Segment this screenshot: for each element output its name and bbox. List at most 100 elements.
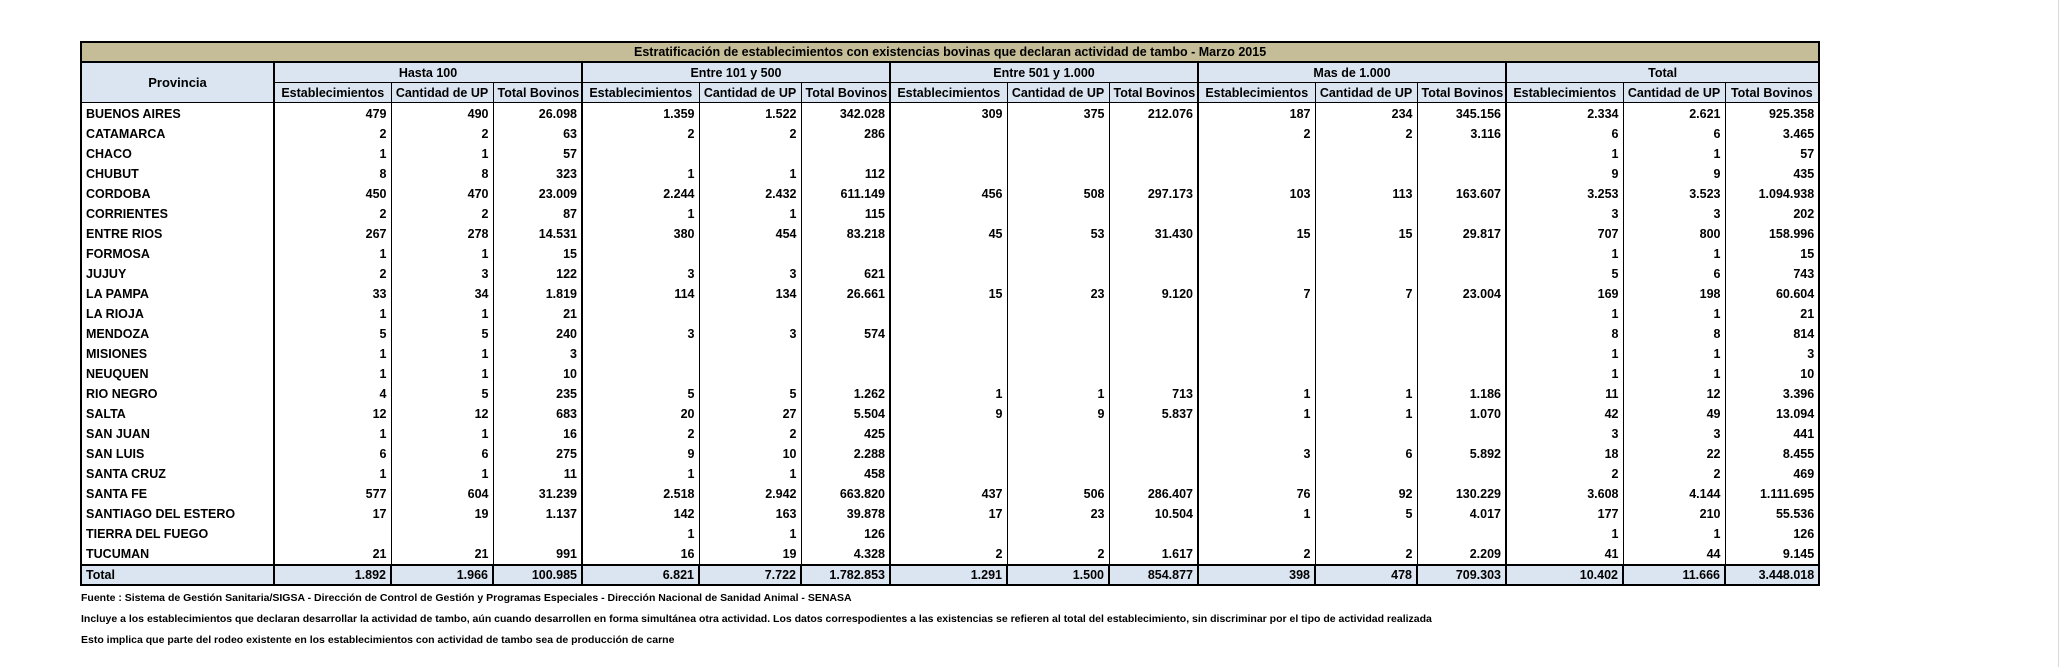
value-cell: 3 bbox=[1505, 424, 1624, 444]
province-cell: CHACO bbox=[80, 144, 275, 164]
value-cell: 83.218 bbox=[800, 224, 891, 244]
value-cell bbox=[698, 144, 802, 164]
value-cell bbox=[1006, 204, 1110, 224]
province-cell: SAN LUIS bbox=[80, 444, 275, 464]
value-cell: 5 bbox=[273, 324, 392, 344]
province-cell: SANTA FE bbox=[80, 484, 275, 504]
value-cell bbox=[492, 524, 583, 544]
value-cell bbox=[1197, 204, 1316, 224]
value-cell bbox=[1314, 324, 1418, 344]
value-cell: 743 bbox=[1724, 264, 1821, 284]
value-cell: 683 bbox=[492, 404, 583, 424]
value-cell: 1 bbox=[581, 524, 700, 544]
value-cell: 14.531 bbox=[492, 224, 583, 244]
value-cell: 375 bbox=[1006, 102, 1110, 124]
value-cell: 26.098 bbox=[492, 102, 583, 124]
value-cell bbox=[1197, 244, 1316, 264]
value-cell: 42 bbox=[1505, 404, 1624, 424]
value-cell: 1 bbox=[581, 164, 700, 184]
value-cell: 470 bbox=[390, 184, 494, 204]
value-cell bbox=[1108, 204, 1199, 224]
value-cell: 1 bbox=[1505, 364, 1624, 384]
table-row: LA RIOJA 1 1 21 1 1 21 bbox=[80, 304, 1821, 324]
province-cell: SANTA CRUZ bbox=[80, 464, 275, 484]
column-header: Establecimientos bbox=[273, 82, 392, 103]
value-cell: 1 bbox=[1505, 144, 1624, 164]
value-cell: 163 bbox=[698, 504, 802, 524]
value-cell bbox=[1416, 144, 1507, 164]
value-cell: 100.985 bbox=[492, 564, 583, 586]
value-cell: 604 bbox=[390, 484, 494, 504]
value-cell bbox=[1108, 524, 1199, 544]
value-cell: 15 bbox=[1724, 244, 1821, 264]
province-cell: TUCUMAN bbox=[80, 544, 275, 565]
column-header: Cantidad de UP bbox=[698, 82, 802, 103]
value-cell: 4 bbox=[273, 384, 392, 404]
value-cell: 23.004 bbox=[1416, 284, 1507, 304]
value-cell bbox=[1197, 324, 1316, 344]
footnote-source: Fuente : Sistema de Gestión Sanitaria/SI… bbox=[81, 592, 852, 604]
value-cell bbox=[889, 204, 1008, 224]
value-cell bbox=[1416, 464, 1507, 484]
table-row: BUENOS AIRES 479 490 26.098 1.359 1.522 342.02… bbox=[80, 102, 1821, 124]
value-cell: 1 bbox=[390, 424, 494, 444]
value-cell: 63 bbox=[492, 124, 583, 144]
value-cell bbox=[1006, 324, 1110, 344]
value-cell: 114 bbox=[581, 284, 700, 304]
value-cell: 1 bbox=[273, 144, 392, 164]
footnote-scope: Incluye a los establecimientos que decla… bbox=[81, 613, 1432, 625]
value-cell: 2.432 bbox=[698, 184, 802, 204]
value-cell: 1.137 bbox=[492, 504, 583, 524]
value-cell bbox=[1108, 464, 1199, 484]
value-cell: 18 bbox=[1505, 444, 1624, 464]
value-cell: 574 bbox=[800, 324, 891, 344]
value-cell: 8.455 bbox=[1724, 444, 1821, 464]
value-cell: 34 bbox=[390, 284, 494, 304]
value-cell: 45 bbox=[889, 224, 1008, 244]
value-cell: 15 bbox=[492, 244, 583, 264]
value-cell bbox=[800, 304, 891, 324]
value-cell: 6 bbox=[1622, 124, 1726, 144]
value-cell bbox=[1314, 204, 1418, 224]
value-cell: 2.518 bbox=[581, 484, 700, 504]
value-cell: 1.111.695 bbox=[1724, 484, 1821, 504]
value-cell bbox=[1006, 264, 1110, 284]
group-header: Entre 101 y 500 bbox=[581, 61, 891, 83]
value-cell bbox=[1006, 464, 1110, 484]
value-cell: 2 bbox=[273, 264, 392, 284]
spreadsheet-sheet: Estratificación de establecimientos con … bbox=[0, 0, 2059, 667]
table-row: CATAMARCA 2 2 63 2 2 286 2 2 3.116 6 6 3.465 bbox=[80, 124, 1821, 144]
value-cell bbox=[1314, 244, 1418, 264]
value-cell: 1 bbox=[889, 384, 1008, 404]
value-cell: 7.722 bbox=[698, 564, 802, 586]
value-cell bbox=[1108, 164, 1199, 184]
value-cell: 9.145 bbox=[1724, 544, 1821, 565]
value-cell: 19 bbox=[698, 544, 802, 565]
value-cell bbox=[1006, 144, 1110, 164]
table-row: CORDOBA 450 470 23.009 2.244 2.432 611.149 456 5… bbox=[80, 184, 1821, 204]
value-cell bbox=[889, 244, 1008, 264]
table-row: MENDOZA 5 5 240 3 3 574 8 8 814 bbox=[80, 324, 1821, 344]
value-cell: 275 bbox=[492, 444, 583, 464]
value-cell bbox=[1108, 364, 1199, 384]
value-cell bbox=[1314, 264, 1418, 284]
value-cell: 9 bbox=[581, 444, 700, 464]
table-row: TIERRA DEL FUEGO 1 1 126 1 1 126 bbox=[80, 524, 1821, 544]
value-cell: 1.966 bbox=[390, 564, 494, 586]
value-cell: 1 bbox=[698, 464, 802, 484]
value-cell: 1 bbox=[1314, 384, 1418, 404]
value-cell: 6 bbox=[1314, 444, 1418, 464]
value-cell: 4.144 bbox=[1622, 484, 1726, 504]
value-cell bbox=[889, 304, 1008, 324]
value-cell: 1 bbox=[581, 204, 700, 224]
value-cell: 1 bbox=[390, 364, 494, 384]
value-cell: 3.608 bbox=[1505, 484, 1624, 504]
value-cell bbox=[1197, 524, 1316, 544]
value-cell: 1.291 bbox=[889, 564, 1008, 586]
footnotes: Fuente : Sistema de Gestión Sanitaria/SI… bbox=[81, 590, 1432, 653]
value-cell: 1 bbox=[1505, 304, 1624, 324]
value-cell: 713 bbox=[1108, 384, 1199, 404]
value-cell: 11 bbox=[1505, 384, 1624, 404]
province-cell: JUJUY bbox=[80, 264, 275, 284]
group-header: Entre 501 y 1.000 bbox=[889, 61, 1199, 83]
